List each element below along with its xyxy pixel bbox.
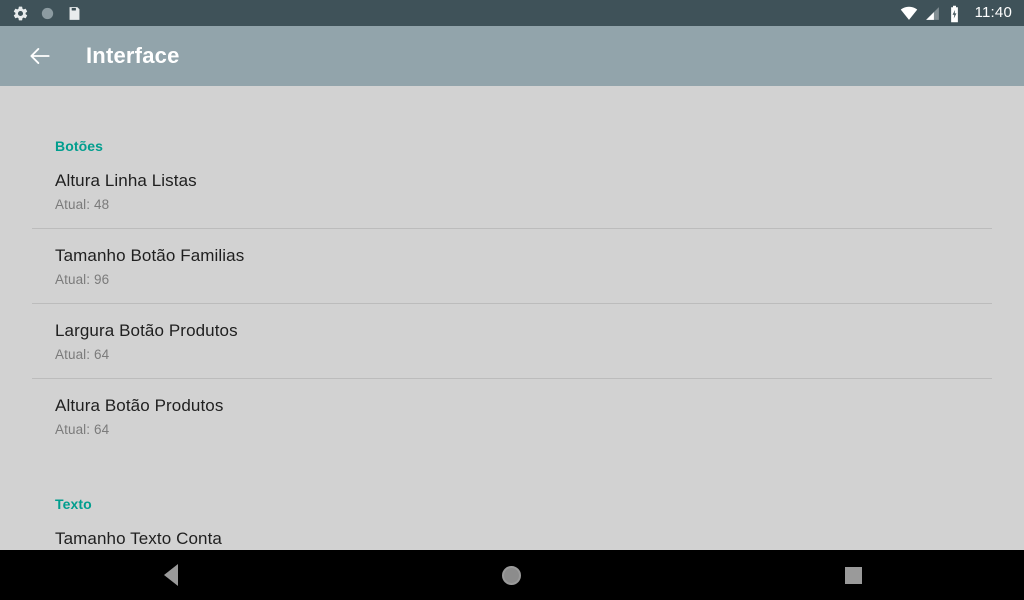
- pref-item-altura-botao-produtos[interactable]: Altura Botão Produtos Atual: 64: [0, 379, 1024, 453]
- app-bar: Interface: [0, 26, 1024, 86]
- pref-title: Largura Botão Produtos: [55, 321, 238, 340]
- navigation-bar: [0, 550, 1024, 600]
- pref-summary: Atual: 64: [55, 347, 110, 362]
- circle-home-icon: [502, 565, 522, 585]
- pref-title: Altura Linha Listas: [55, 171, 197, 190]
- battery-charging-icon: [948, 5, 965, 22]
- device-screen: 11:40 Interface Botões Altura Linha List…: [0, 0, 1024, 600]
- arrow-left-icon: [30, 48, 50, 64]
- nav-back-button[interactable]: [0, 550, 341, 600]
- status-bar-right-icons: 11:40: [900, 0, 1012, 26]
- status-bar: 11:40: [0, 0, 1024, 26]
- status-bar-left-icons: [12, 5, 83, 22]
- wifi-icon: [900, 5, 917, 22]
- status-bar-clock: 11:40: [974, 4, 1012, 21]
- pref-title: Tamanho Botão Familias: [55, 246, 245, 265]
- pref-summary: Atual: 96: [55, 272, 110, 287]
- triangle-back-icon: [163, 564, 178, 586]
- nav-recents-button[interactable]: [683, 550, 1024, 600]
- section-header-texto: Texto: [55, 496, 92, 512]
- pref-title: Tamanho Texto Conta: [55, 529, 222, 548]
- circle-icon: [39, 5, 56, 22]
- pref-summary: Atual: 48: [55, 197, 110, 212]
- pref-item-largura-botao-produtos[interactable]: Largura Botão Produtos Atual: 64: [0, 304, 1024, 378]
- sd-card-icon: [66, 5, 83, 22]
- pref-item-altura-linha-listas[interactable]: Altura Linha Listas Atual: 48: [0, 154, 1024, 228]
- pref-summary: Atual: 64: [55, 422, 110, 437]
- signal-icon: [924, 5, 941, 22]
- nav-home-button[interactable]: [341, 550, 682, 600]
- pref-title: Altura Botão Produtos: [55, 396, 224, 415]
- pref-item-tamanho-texto-conta[interactable]: Tamanho Texto Conta Atual: 14: [0, 512, 1024, 550]
- preference-list[interactable]: Botões Altura Linha Listas Atual: 48 Tam…: [0, 86, 1024, 550]
- pref-item-tamanho-botao-familias[interactable]: Tamanho Botão Familias Atual: 96: [0, 229, 1024, 303]
- page-title: Interface: [86, 43, 180, 68]
- section-header-botoes: Botões: [55, 138, 104, 154]
- square-recents-icon: [844, 566, 862, 584]
- gear-icon: [12, 5, 29, 22]
- back-button[interactable]: [22, 38, 58, 74]
